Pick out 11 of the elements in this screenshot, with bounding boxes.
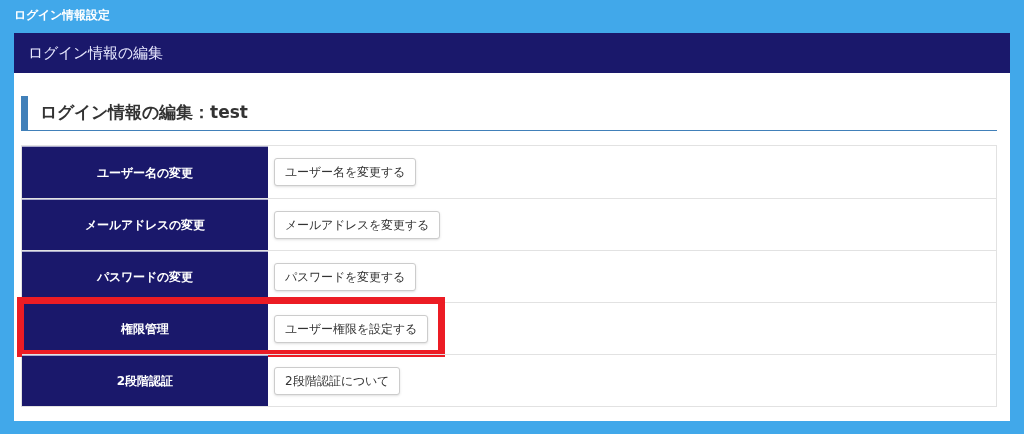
action-button[interactable]: メールアドレスを変更する (274, 210, 440, 239)
action-button[interactable]: 2段階認証について (274, 366, 400, 395)
row-label: ユーザー名の変更 (22, 146, 268, 198)
page-title: ログイン情報設定 (14, 7, 111, 24)
action-button[interactable]: ユーザー名を変更する (274, 158, 416, 186)
panel-header: ログイン情報の編集 (14, 33, 1010, 73)
row-label: メールアドレスの変更 (22, 199, 268, 250)
section-heading: ログイン情報の編集：test (21, 96, 997, 131)
action-button[interactable]: ユーザー権限を設定する (274, 314, 428, 343)
row-label: 2段階認証 (22, 355, 268, 406)
action-button[interactable]: パスワードを変更する (274, 262, 416, 291)
